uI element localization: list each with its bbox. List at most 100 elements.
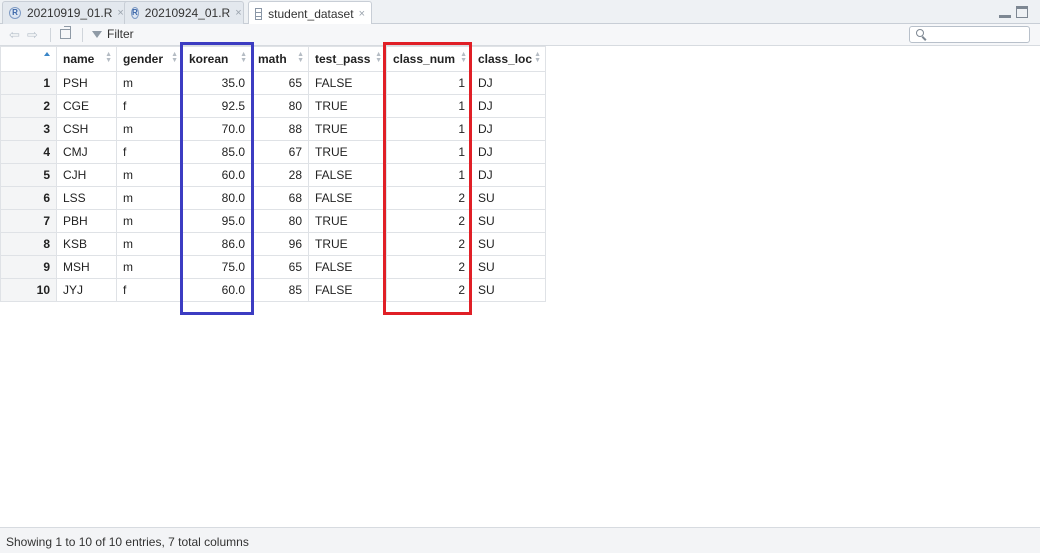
cell-test-pass: FALSE xyxy=(308,71,387,95)
cell-korean: 75.0 xyxy=(182,255,252,279)
cell-gender: f xyxy=(116,140,183,164)
cell-test-pass: TRUE xyxy=(308,209,387,233)
data-viewer-toolbar: ⇦ ⇨ Filter xyxy=(0,24,1040,46)
table-row: 8 KSB m 86.0 96 TRUE 2 SU xyxy=(0,232,546,256)
search-input[interactable] xyxy=(909,26,1030,43)
cell-class-loc: DJ xyxy=(471,71,546,95)
cell-class-num: 1 xyxy=(386,71,472,95)
cell-gender: m xyxy=(116,71,183,95)
tab-label: student_dataset xyxy=(268,6,354,21)
header-row: name ▲ ▼ gender ▲ ▼ korean ▲ ▼ math ▲ ▼ test_pas… xyxy=(0,46,546,72)
cell-gender: m xyxy=(116,232,183,256)
cell-class-num: 2 xyxy=(386,232,472,256)
cell-gender: f xyxy=(116,94,183,118)
cell-korean: 92.5 xyxy=(182,94,252,118)
row-index-header[interactable] xyxy=(0,46,57,72)
row-number: 9 xyxy=(0,255,57,279)
row-number: 6 xyxy=(0,186,57,210)
table-row: 3 CSH m 70.0 88 TRUE 1 DJ xyxy=(0,117,546,141)
cell-class-num: 2 xyxy=(386,186,472,210)
cell-test-pass: TRUE xyxy=(308,94,387,118)
cell-name: CJH xyxy=(56,163,117,187)
sort-icon: ▲ ▼ xyxy=(105,51,112,64)
cell-gender: m xyxy=(116,209,183,233)
sort-icon: ▲ ▼ xyxy=(460,51,467,64)
cell-gender: f xyxy=(116,278,183,302)
cell-korean: 60.0 xyxy=(182,278,252,302)
column-header-test-pass[interactable]: test_pass ▲ ▼ xyxy=(308,46,387,72)
tab-student-dataset[interactable]: student_dataset × xyxy=(248,1,372,25)
cell-class-num: 1 xyxy=(386,163,472,187)
cell-name: CSH xyxy=(56,117,117,141)
cell-class-loc: SU xyxy=(471,186,546,210)
close-icon[interactable]: × xyxy=(359,8,365,20)
column-header-math[interactable]: math ▲ ▼ xyxy=(251,46,309,72)
row-number: 10 xyxy=(0,278,57,302)
cell-korean: 85.0 xyxy=(182,140,252,164)
cell-class-loc: DJ xyxy=(471,140,546,164)
cell-class-loc: SU xyxy=(471,232,546,256)
editor-tab-bar: R 20210919_01.R × R 20210924_01.R × stud… xyxy=(0,0,1040,25)
cell-math: 68 xyxy=(251,186,309,210)
table-row: 4 CMJ f 85.0 67 TRUE 1 DJ xyxy=(0,140,546,164)
row-number: 1 xyxy=(0,71,57,95)
cell-name: CMJ xyxy=(56,140,117,164)
close-icon[interactable]: × xyxy=(235,7,241,19)
cell-test-pass: FALSE xyxy=(308,278,387,302)
cell-class-num: 2 xyxy=(386,255,472,279)
table-row: 1 PSH m 35.0 65 FALSE 1 DJ xyxy=(0,71,546,95)
column-header-class-loc[interactable]: class_loc ▲ ▼ xyxy=(471,46,546,72)
toolbar-divider xyxy=(82,28,83,42)
forward-arrow-icon[interactable]: ⇨ xyxy=(27,28,38,41)
tab-20210919-01-r[interactable]: R 20210919_01.R × xyxy=(2,1,142,24)
cell-korean: 35.0 xyxy=(182,71,252,95)
cell-name: PBH xyxy=(56,209,117,233)
row-number: 4 xyxy=(0,140,57,164)
cell-class-loc: DJ xyxy=(471,163,546,187)
back-arrow-icon[interactable]: ⇦ xyxy=(9,28,20,41)
column-header-korean[interactable]: korean ▲ ▼ xyxy=(182,46,252,72)
cell-test-pass: FALSE xyxy=(308,186,387,210)
filter-button[interactable]: Filter xyxy=(92,27,134,41)
data-grid-icon xyxy=(255,7,263,20)
popout-icon[interactable] xyxy=(60,26,71,39)
toolbar-divider xyxy=(50,28,51,42)
filter-icon xyxy=(92,30,102,38)
row-number: 2 xyxy=(0,94,57,118)
cell-class-num: 2 xyxy=(386,278,472,302)
cell-name: PSH xyxy=(56,71,117,95)
cell-math: 96 xyxy=(251,232,309,256)
column-header-gender[interactable]: gender ▲ ▼ xyxy=(116,46,183,72)
cell-math: 65 xyxy=(251,255,309,279)
cell-math: 85 xyxy=(251,278,309,302)
column-header-name[interactable]: name ▲ ▼ xyxy=(56,46,117,72)
data-grid: name ▲ ▼ gender ▲ ▼ korean ▲ ▼ math ▲ ▼ test_pas… xyxy=(0,46,546,302)
cell-math: 65 xyxy=(251,71,309,95)
row-number: 8 xyxy=(0,232,57,256)
minimize-icon[interactable] xyxy=(999,6,1011,18)
cell-korean: 95.0 xyxy=(182,209,252,233)
column-header-class-num[interactable]: class_num ▲ ▼ xyxy=(386,46,472,72)
tab-20210924-01-r[interactable]: R 20210924_01.R × xyxy=(124,1,244,24)
table-row: 9 MSH m 75.0 65 FALSE 2 SU xyxy=(0,255,546,279)
filter-label: Filter xyxy=(107,27,134,41)
sort-icon: ▲ ▼ xyxy=(171,51,178,64)
cell-test-pass: FALSE xyxy=(308,163,387,187)
row-number: 3 xyxy=(0,117,57,141)
cell-test-pass: TRUE xyxy=(308,140,387,164)
cell-korean: 60.0 xyxy=(182,163,252,187)
cell-class-num: 2 xyxy=(386,209,472,233)
maximize-icon[interactable] xyxy=(1016,6,1028,18)
cell-test-pass: FALSE xyxy=(308,255,387,279)
status-bar: Showing 1 to 10 of 10 entries, 7 total c… xyxy=(0,527,1040,553)
cell-name: LSS xyxy=(56,186,117,210)
close-icon[interactable]: × xyxy=(117,7,123,19)
sort-icon: ▲ ▼ xyxy=(240,51,247,64)
cell-class-num: 1 xyxy=(386,117,472,141)
sort-icon: ▲ ▼ xyxy=(375,51,382,64)
cell-korean: 70.0 xyxy=(182,117,252,141)
cell-gender: m xyxy=(116,186,183,210)
row-number: 7 xyxy=(0,209,57,233)
tab-label: 20210919_01.R xyxy=(27,6,113,20)
cell-math: 67 xyxy=(251,140,309,164)
